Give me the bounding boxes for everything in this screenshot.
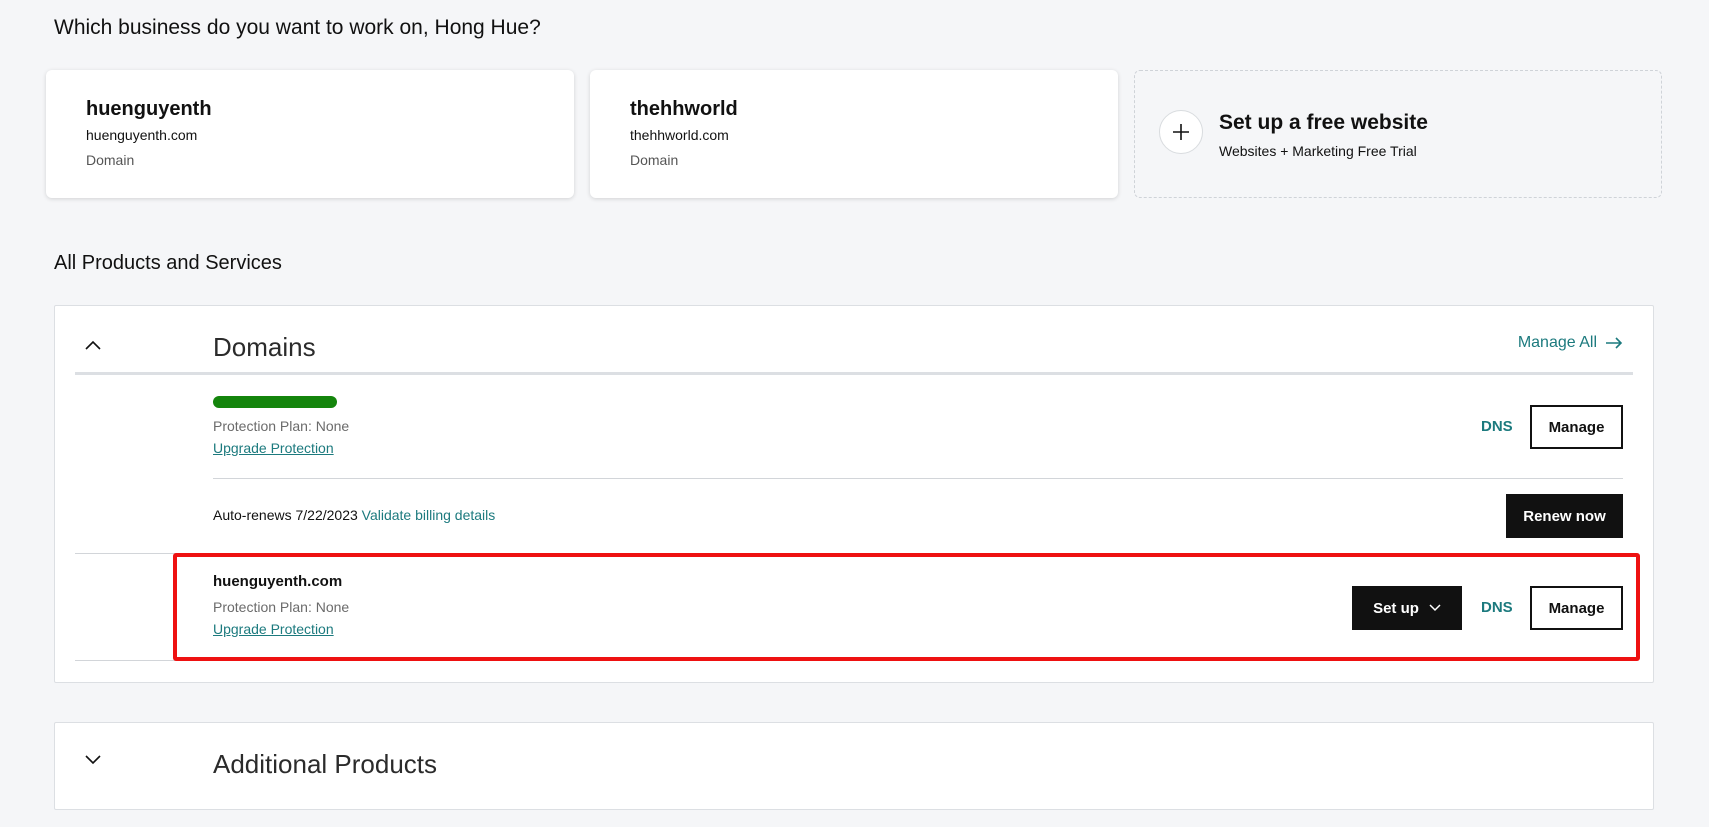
business-card-huenguyenth[interactable]: huenguyenth huenguyenth.com Domain [46,70,574,198]
business-type: Domain [86,152,135,168]
manage-all-link[interactable]: Manage All [1518,334,1623,352]
business-domain: thehhworld.com [630,127,729,143]
protection-plan: Protection Plan: None [213,599,350,615]
business-name: huenguyenth [86,98,212,120]
renew-now-button[interactable]: Renew now [1506,494,1623,538]
greeting-heading: Which business do you want to work on, H… [54,16,541,39]
upgrade-protection-link[interactable]: Upgrade Protection [213,440,334,456]
setup-label: Set up [1373,599,1419,617]
plus-icon [1159,110,1203,154]
chevron-down-icon[interactable] [85,753,101,767]
setup-website-card[interactable]: Set up a free website Websites + Marketi… [1134,70,1662,198]
chevron-down-icon [1429,604,1441,612]
arrow-right-icon [1606,337,1623,349]
auto-renew-date: Auto-renews 7/22/2023 [213,507,358,523]
business-name: thehhworld [630,98,738,120]
manage-button[interactable]: Manage [1530,405,1623,449]
item-divider [213,478,1623,479]
setup-website-subtitle: Websites + Marketing Free Trial [1219,143,1417,159]
domains-panel: Domains Manage All Protection Plan: None… [54,305,1654,683]
business-card-thehhworld[interactable]: thehhworld thehhworld.com Domain [590,70,1118,198]
additional-products-panel: Additional Products [54,722,1654,810]
manage-button[interactable]: Manage [1530,586,1623,630]
upgrade-protection-link[interactable]: Upgrade Protection [213,621,334,637]
auto-renew-text: Auto-renews 7/22/2023 Validate billing d… [213,507,495,523]
domain-name: huenguyenth.com [213,573,343,590]
validate-billing-link[interactable]: Validate billing details [362,507,496,523]
chevron-up-icon[interactable] [85,338,101,352]
dashboard-page: Which business do you want to work on, H… [0,0,1709,827]
business-domain: huenguyenth.com [86,127,198,143]
row-divider-left [75,660,213,661]
setup-dropdown-button[interactable]: Set up [1352,586,1462,630]
business-type: Domain [630,152,679,168]
manage-all-label: Manage All [1517,334,1597,351]
panel-header-divider [75,372,1633,375]
additional-products-title: Additional Products [213,749,438,779]
row-divider-left [75,553,213,554]
all-products-heading: All Products and Services [54,252,282,274]
dns-link[interactable]: DNS [1481,418,1513,435]
redacted-domain-name [213,396,337,408]
protection-plan: Protection Plan: None [213,418,350,434]
dns-link[interactable]: DNS [1481,599,1513,616]
setup-website-title: Set up a free website [1219,111,1428,134]
domains-title: Domains [213,332,316,362]
